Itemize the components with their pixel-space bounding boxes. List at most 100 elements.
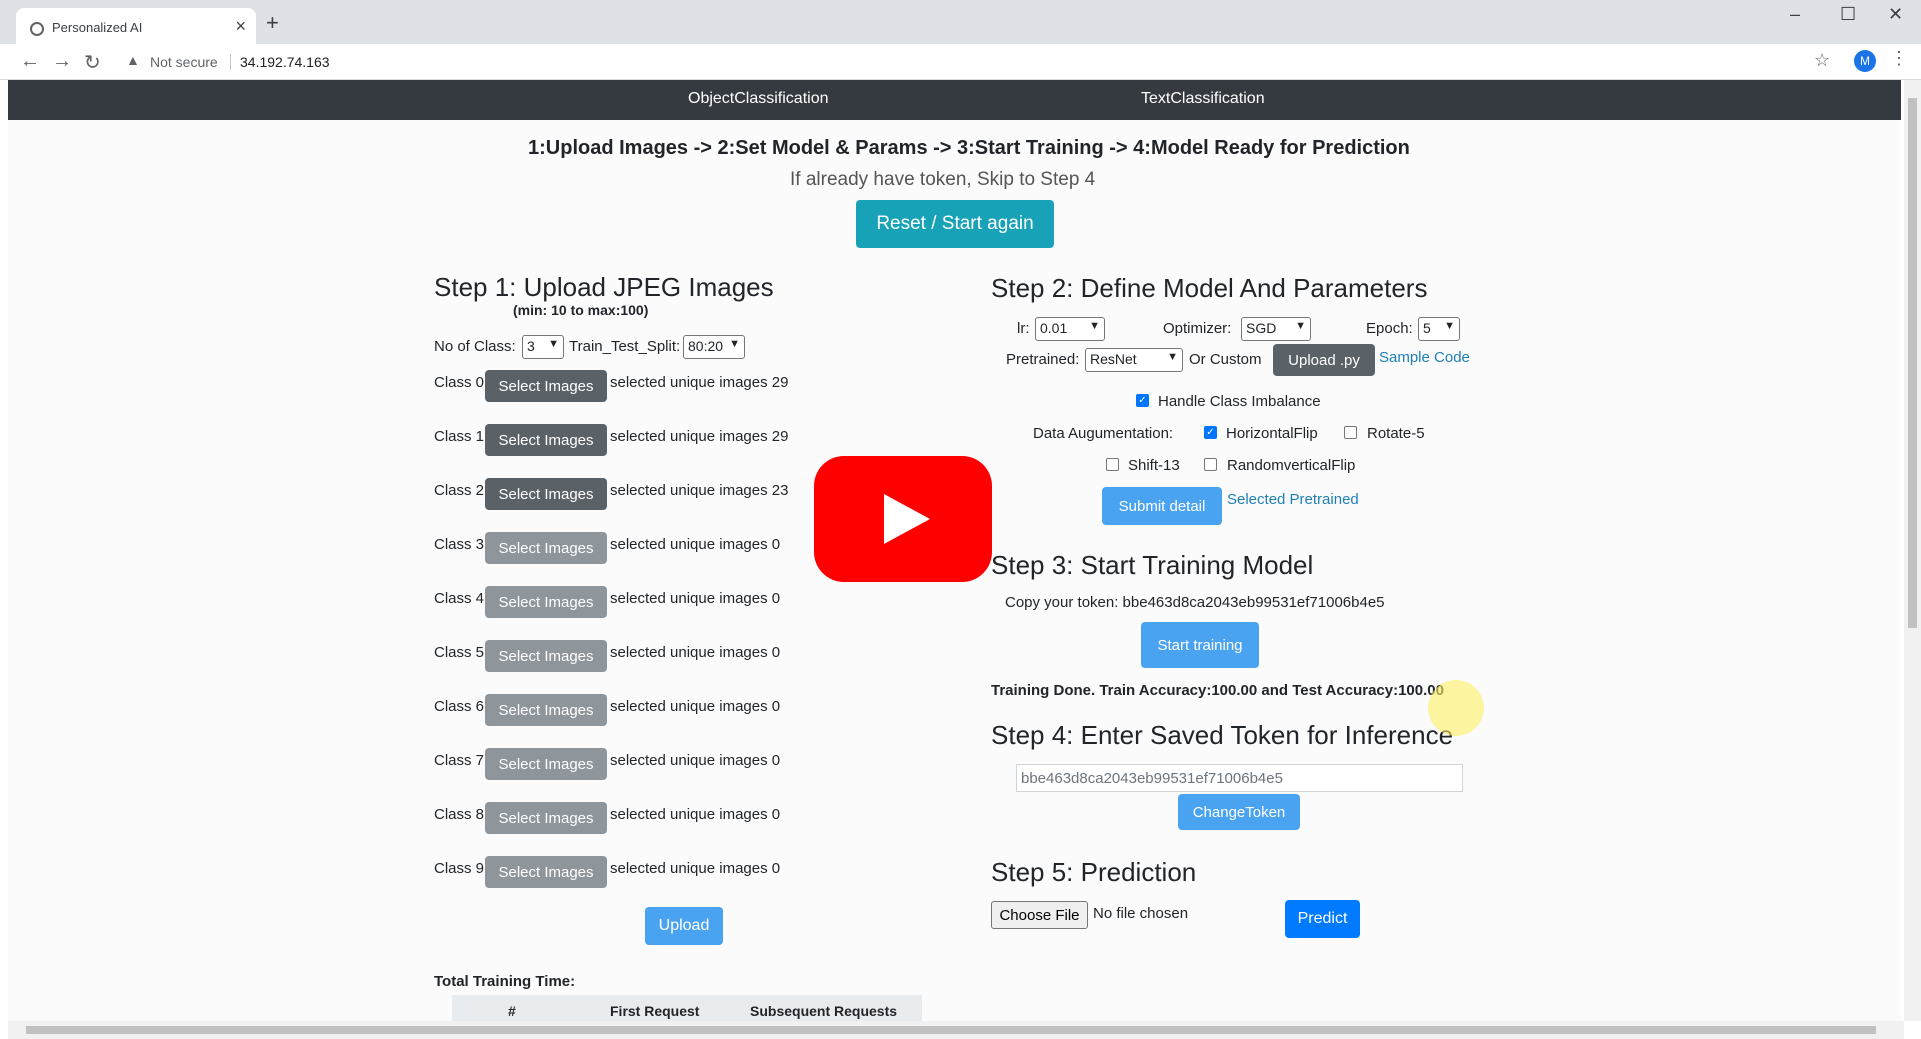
augmentation-label: Data Augumentation:: [1033, 425, 1174, 442]
optimizer-select[interactable]: SGD ▼: [1241, 317, 1311, 341]
shift-checkbox[interactable]: [1106, 458, 1119, 471]
step1-title: Step 1: Upload JPEG Images: [434, 272, 774, 302]
class-status: selected unique images 0: [610, 806, 781, 823]
skip-note: If already have token, Skip to Step 4: [790, 169, 1096, 190]
class-label: Class 4:: [434, 590, 489, 607]
table-header-index: #: [508, 1003, 516, 1019]
reload-icon[interactable]: ↻: [84, 50, 101, 75]
class-label: Class 9:: [434, 860, 489, 877]
start-training-button[interactable]: Start training: [1141, 622, 1259, 668]
horizontalflip-checkbox[interactable]: ✓: [1204, 426, 1217, 439]
new-tab-icon[interactable]: +: [266, 10, 279, 36]
choose-file-button[interactable]: Choose File: [991, 901, 1088, 929]
select-images-button[interactable]: Select Images: [485, 694, 607, 726]
bookmark-star-icon[interactable]: ☆: [1814, 50, 1830, 71]
select-images-button[interactable]: Select Images: [485, 748, 607, 780]
warning-icon: ▲: [126, 52, 140, 68]
step5-title: Step 5: Prediction: [991, 857, 1197, 887]
class-status: selected unique images 23: [610, 482, 789, 499]
class-label: Class 2:: [434, 482, 489, 499]
select-images-button[interactable]: Select Images: [485, 478, 607, 510]
pretrained-select[interactable]: ResNet ▼: [1085, 348, 1183, 372]
class-status: selected unique images 0: [610, 752, 781, 769]
class-label: Class 3:: [434, 536, 489, 553]
class-status: selected unique images 0: [610, 644, 781, 661]
step1-subtitle: (min: 10 to max:100): [513, 302, 649, 318]
nav-text-classification[interactable]: TextClassification: [1141, 90, 1265, 108]
forward-icon[interactable]: →: [52, 50, 72, 73]
security-label: Not secure: [150, 54, 218, 70]
sample-code-link[interactable]: Sample Code: [1379, 349, 1470, 366]
select-images-button[interactable]: Select Images: [485, 370, 607, 402]
steps-flow: 1:Upload Images -> 2:Set Model & Params …: [528, 137, 1410, 159]
lr-label: lr:: [1017, 320, 1030, 337]
select-images-button[interactable]: Select Images: [485, 532, 607, 564]
imbalance-checkbox[interactable]: ✓: [1136, 394, 1149, 407]
horizontalflip-label: HorizontalFlip: [1226, 425, 1318, 442]
selected-pretrained-link[interactable]: Selected Pretrained: [1227, 491, 1359, 508]
token-text: Copy your token: bbe463d8ca2043eb99531ef…: [1005, 594, 1385, 611]
url-text: 34.192.74.163: [240, 54, 330, 70]
back-icon[interactable]: ←: [20, 50, 40, 73]
class-status: selected unique images 0: [610, 860, 781, 877]
submit-detail-button[interactable]: Submit detail: [1102, 487, 1222, 525]
table-header-subsequent: Subsequent Requests: [750, 1003, 898, 1019]
shift-label: Shift-13: [1128, 457, 1180, 474]
class-label: Class 8:: [434, 806, 489, 823]
minimize-icon[interactable]: –: [1790, 4, 1800, 25]
select-images-button[interactable]: Select Images: [485, 856, 607, 888]
upload-button[interactable]: Upload: [645, 907, 723, 945]
class-label: Class 5:: [434, 644, 489, 661]
lr-select[interactable]: 0.01 ▼: [1035, 317, 1105, 341]
youtube-play-icon[interactable]: [814, 456, 992, 582]
rotate-label: Rotate-5: [1367, 425, 1425, 442]
epoch-label: Epoch:: [1366, 320, 1413, 337]
no-of-class-select[interactable]: 3 ▼: [522, 335, 564, 359]
no-of-class-label: No of Class:: [434, 338, 516, 355]
nav-object-classification[interactable]: ObjectClassification: [688, 90, 829, 108]
optimizer-label: Optimizer:: [1163, 320, 1232, 337]
cursor-highlight: [1428, 680, 1484, 736]
reset-button[interactable]: Reset / Start again: [856, 200, 1054, 248]
avatar[interactable]: M: [1854, 50, 1876, 72]
class-status: selected unique images 0: [610, 590, 781, 607]
predict-button[interactable]: Predict: [1285, 900, 1360, 938]
table-header-first: First Request: [610, 1003, 700, 1019]
browser-toolbar: ← → ↻ ▲ Not secure 34.192.74.163: [0, 44, 1921, 80]
close-tab-icon[interactable]: ×: [235, 16, 246, 37]
epoch-select[interactable]: 5 ▼: [1418, 317, 1460, 341]
vertical-scrollbar[interactable]: [1904, 80, 1921, 1021]
class-status: selected unique images 0: [610, 536, 781, 553]
browser-tab-strip: Personalized AI × + – ☐ ✕: [0, 0, 1921, 50]
imbalance-label: Handle Class Imbalance: [1158, 393, 1321, 410]
select-images-button[interactable]: Select Images: [485, 586, 607, 618]
randomverticalflip-label: RandomverticalFlip: [1227, 457, 1356, 474]
pretrained-label: Pretrained:: [1006, 351, 1080, 368]
class-label: Class 0:: [434, 374, 489, 391]
class-label: Class 1:: [434, 428, 489, 445]
upload-py-button[interactable]: Upload .py: [1273, 344, 1375, 376]
token-input[interactable]: [1016, 764, 1463, 792]
divider: [230, 54, 231, 70]
address-bar[interactable]: ▲ Not secure 34.192.74.163: [118, 48, 1818, 76]
kebab-menu-icon[interactable]: ⋮: [1890, 48, 1908, 69]
class-status: selected unique images 29: [610, 374, 789, 391]
top-navbar: ObjectClassification TextClassification: [8, 80, 1901, 120]
select-images-button[interactable]: Select Images: [485, 640, 607, 672]
window-close-icon[interactable]: ✕: [1888, 4, 1903, 25]
or-custom-label: Or Custom: [1189, 351, 1262, 368]
change-token-button[interactable]: ChangeToken: [1178, 794, 1300, 830]
select-images-button[interactable]: Select Images: [485, 802, 607, 834]
split-select[interactable]: 80:20 ▼: [683, 335, 745, 359]
step2-title: Step 2: Define Model And Parameters: [991, 273, 1428, 303]
rotate-checkbox[interactable]: [1344, 426, 1357, 439]
class-status: selected unique images 0: [610, 698, 781, 715]
step4-title: Step 4: Enter Saved Token for Inference: [991, 720, 1454, 750]
horizontal-scrollbar[interactable]: [8, 1021, 1904, 1039]
select-images-button[interactable]: Select Images: [485, 424, 607, 456]
randomverticalflip-checkbox[interactable]: [1204, 458, 1217, 471]
maximize-icon[interactable]: ☐: [1840, 4, 1856, 25]
training-time-table: # First Request Subsequent Requests: [452, 995, 922, 1021]
tab-title: Personalized AI: [52, 20, 143, 35]
globe-icon: [30, 22, 44, 36]
